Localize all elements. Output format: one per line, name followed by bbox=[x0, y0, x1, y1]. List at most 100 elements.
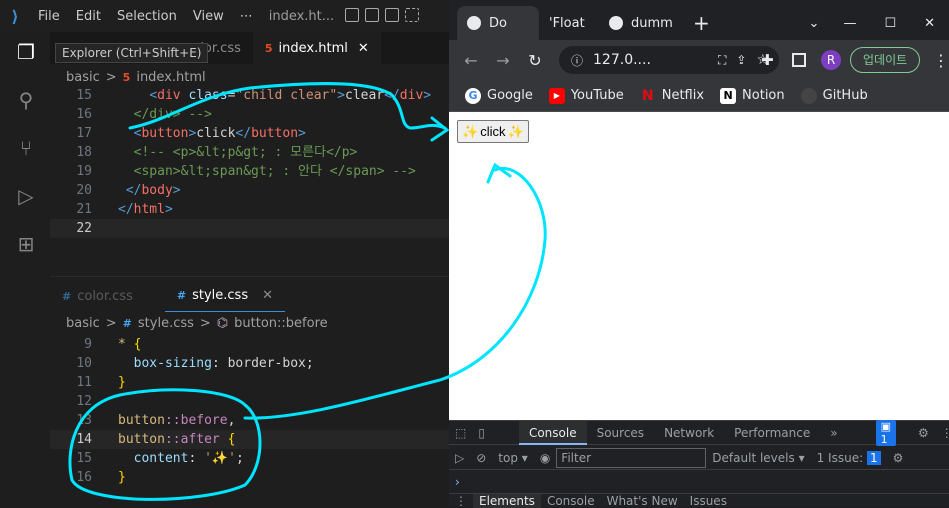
menu-more[interactable]: ⋯ bbox=[232, 9, 261, 24]
inspect-element-icon[interactable]: ⬚ bbox=[449, 426, 472, 440]
address-bar[interactable]: ⓘ 127.0.... ⛶ ⇪ ☆ bbox=[559, 46, 779, 74]
css-editor[interactable]: 9 * { 10 box-sizing: border-box; 11} 12 1… bbox=[50, 335, 449, 487]
tab-index-html[interactable]: 5 index.html ✕ bbox=[252, 32, 381, 64]
menu-edit[interactable]: Edit bbox=[68, 9, 109, 24]
reload-icon[interactable]: ↻ bbox=[519, 51, 551, 70]
drawer-tab-console[interactable]: Console bbox=[541, 494, 601, 508]
bookmark-google[interactable]: G Google bbox=[459, 87, 539, 104]
close-icon[interactable]: ✕ bbox=[262, 288, 273, 303]
toggle-secondary-sidebar-icon[interactable] bbox=[385, 8, 399, 22]
chrome-menu-icon[interactable]: ⋮ bbox=[933, 51, 949, 70]
menu-file[interactable]: File bbox=[30, 9, 68, 24]
breadcrumb-file[interactable]: index.html bbox=[136, 70, 205, 85]
live-expression-eye-icon[interactable]: ◉ bbox=[534, 451, 556, 465]
extensions-icon[interactable]: ⊞ bbox=[14, 232, 38, 256]
share-icon[interactable]: ⇪ bbox=[736, 53, 746, 67]
html-editor[interactable]: 15 <div class="child clear">clear</div> … bbox=[50, 86, 449, 238]
code-text: * { bbox=[118, 337, 142, 352]
bookmark-notion[interactable]: N Notion bbox=[714, 87, 791, 104]
log-levels-dropdown[interactable]: Default levels ▾ bbox=[706, 451, 810, 465]
tab-title: 'Float bbox=[549, 15, 585, 31]
click-button[interactable]: ✨ click ✨ bbox=[457, 120, 529, 143]
code-line: 21 </html> bbox=[50, 200, 449, 219]
context-selector[interactable]: top ▾ bbox=[492, 451, 534, 465]
selector-icon: ⌬ bbox=[216, 315, 229, 331]
menu-selection[interactable]: Selection bbox=[109, 9, 185, 24]
context-label: top bbox=[498, 450, 518, 465]
bookmark-github[interactable]: GitHub bbox=[795, 87, 874, 104]
tab-style-css[interactable]: # style.css ✕ bbox=[164, 280, 285, 312]
toggle-sidebar-icon[interactable] bbox=[345, 8, 359, 22]
new-tab-button[interactable]: + bbox=[683, 6, 720, 40]
line-number: 15 bbox=[76, 88, 92, 103]
vscode-window: ⟩ File Edit Selection View ⋯ index.ht...… bbox=[0, 0, 449, 507]
translate-icon[interactable]: ⛶ bbox=[718, 53, 726, 68]
console-settings-gear-icon[interactable]: ⚙ bbox=[887, 451, 910, 465]
tab-sources[interactable]: Sources bbox=[587, 421, 654, 445]
close-window-icon[interactable]: ✕ bbox=[910, 6, 949, 40]
toggle-panel-icon[interactable] bbox=[365, 8, 379, 22]
code-line: 15 content: '✨'; bbox=[50, 449, 449, 468]
forward-icon[interactable]: → bbox=[487, 51, 519, 70]
bookmark-label: Netflix bbox=[661, 88, 705, 103]
chrome-tab[interactable]: 'Float bbox=[539, 6, 599, 40]
breadcrumb-symbol[interactable]: button::before bbox=[234, 316, 327, 331]
extensions-puzzle-icon[interactable]: ✚ bbox=[761, 51, 774, 69]
tab-network[interactable]: Network bbox=[654, 421, 724, 445]
tab-color-css[interactable]: # color.css bbox=[50, 280, 145, 312]
clear-console-icon[interactable]: ⊘ bbox=[470, 451, 492, 465]
code-line-current: 14 button::after { bbox=[50, 430, 449, 449]
url-text: 127.0.... bbox=[593, 52, 651, 68]
drawer-tab-whats-new[interactable]: What's New bbox=[601, 494, 684, 508]
breadcrumb-sep: > bbox=[199, 315, 211, 331]
code-text: </body> bbox=[125, 183, 181, 198]
source-control-icon[interactable]: ⑂ bbox=[14, 136, 38, 160]
breadcrumb-sep: > bbox=[105, 69, 117, 85]
minimize-icon[interactable]: — bbox=[829, 6, 870, 40]
chrome-tab[interactable]: dumm bbox=[599, 6, 683, 40]
vscode-logo-icon: ⟩ bbox=[11, 6, 19, 26]
tab-console[interactable]: Console bbox=[518, 420, 587, 445]
menu-view[interactable]: View bbox=[185, 9, 232, 24]
search-icon[interactable]: ⚲ bbox=[14, 88, 38, 112]
message-badge[interactable]: ▣ 1 bbox=[875, 419, 896, 446]
code-line-current: 22 bbox=[50, 219, 449, 238]
bottom-breadcrumb: basic > # style.css > ⌬ button::before bbox=[50, 312, 449, 334]
close-icon[interactable]: ✕ bbox=[358, 41, 369, 56]
tab-search-icon[interactable]: ⌄ bbox=[799, 6, 830, 40]
console-filter-input[interactable]: Filter bbox=[556, 447, 707, 468]
console-prompt[interactable]: › bbox=[449, 471, 949, 493]
update-button[interactable]: 업데이트 bbox=[850, 47, 921, 73]
drawer-tab-elements[interactable]: Elements bbox=[473, 494, 541, 508]
issues-button[interactable]: 1 Issue: 1 bbox=[811, 450, 887, 465]
line-number: 10 bbox=[76, 356, 92, 371]
issue-count: 1 bbox=[866, 450, 881, 465]
line-number: 13 bbox=[76, 413, 92, 428]
drawer-tab-issues[interactable]: Issues bbox=[684, 494, 733, 508]
window-title: index.ht... bbox=[268, 8, 335, 24]
avatar[interactable]: R bbox=[821, 50, 841, 70]
customize-layout-icon[interactable] bbox=[405, 8, 419, 22]
tab-label: index.html bbox=[278, 40, 348, 56]
back-icon[interactable]: ← bbox=[455, 51, 487, 70]
settings-gear-icon[interactable]: ⚙ bbox=[912, 426, 935, 440]
breadcrumb-folder[interactable]: basic bbox=[66, 316, 100, 331]
devtools-drawer-tabs: ⋮ Elements Console What's New Issues bbox=[449, 493, 949, 508]
explorer-icon[interactable]: ❐ bbox=[14, 40, 38, 64]
more-tabs-button[interactable]: » bbox=[820, 421, 847, 445]
site-info-icon[interactable]: ⓘ bbox=[571, 52, 583, 69]
bookmark-youtube[interactable]: ▶ YouTube bbox=[543, 87, 630, 104]
breadcrumb-file[interactable]: style.css bbox=[138, 316, 194, 331]
bookmark-netflix[interactable]: N Netflix bbox=[634, 88, 710, 104]
device-toolbar-icon[interactable]: ▯ bbox=[472, 426, 491, 440]
side-panel-icon[interactable] bbox=[792, 53, 806, 67]
breadcrumb-folder[interactable]: basic bbox=[66, 70, 100, 85]
sidebar-toggle-icon[interactable]: ▷ bbox=[449, 451, 470, 465]
chrome-window: Do 'Float dumm + ⌄ — ☐ ✕ ← → ↻ ⓘ 127.0..… bbox=[449, 0, 949, 508]
tab-performance[interactable]: Performance bbox=[724, 421, 820, 445]
maximize-icon[interactable]: ☐ bbox=[870, 6, 910, 40]
chrome-tab-active[interactable]: Do bbox=[457, 6, 539, 40]
drawer-menu-icon[interactable]: ⋮ bbox=[449, 494, 473, 508]
run-debug-icon[interactable]: ▷ bbox=[14, 184, 38, 208]
devtools-menu-icon[interactable]: ⋮ bbox=[935, 426, 949, 440]
